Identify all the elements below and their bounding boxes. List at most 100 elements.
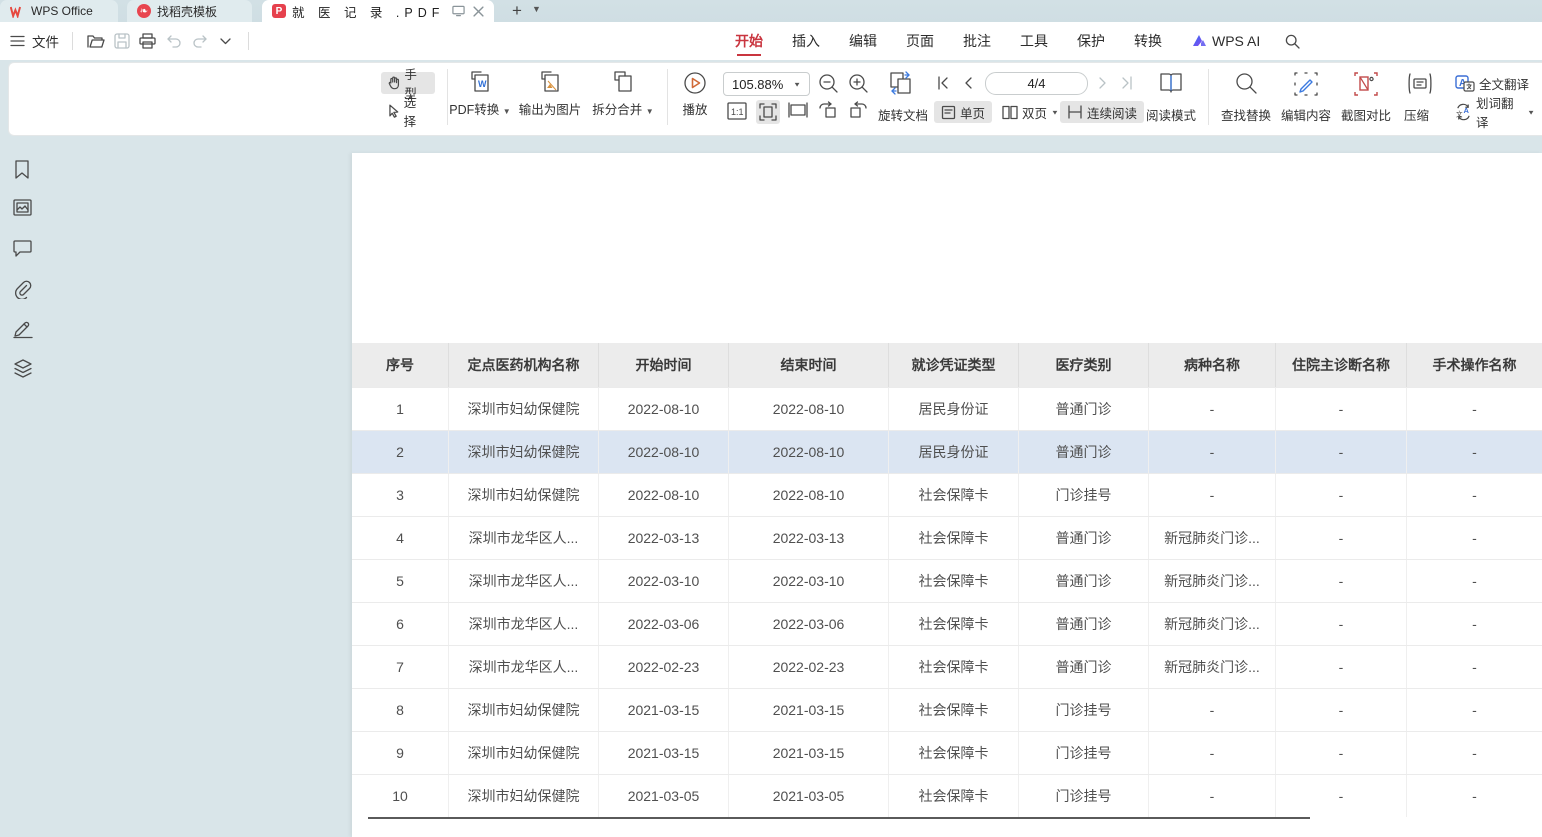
close-tab-icon[interactable] [473,6,484,17]
page-indicator-input[interactable]: 4/4 [985,72,1088,95]
table-cell: 深圳市妇幼保健院 [449,388,599,430]
table-cell: - [1407,388,1542,430]
signature-pen-icon[interactable] [13,319,33,339]
tab-wps-office[interactable]: WPS Office [0,0,118,22]
compress-icon[interactable] [1407,72,1433,95]
redo-icon[interactable] [190,32,209,51]
save-icon[interactable] [112,32,131,51]
table-cell: 深圳市妇幼保健院 [449,732,599,774]
split-merge-icon [610,70,636,96]
table-cell: - [1276,517,1407,559]
table-cell: 新冠肺炎门诊... [1149,517,1276,559]
print-icon[interactable] [138,32,157,51]
monitor-icon[interactable] [452,5,465,17]
swap-pages-icon[interactable] [888,70,915,96]
table-cell: - [1407,560,1542,602]
table-cell: 2022-02-23 [599,646,729,688]
export-image-button[interactable]: 输出为图片 [513,70,587,118]
table-cell: 普通门诊 [1019,560,1149,602]
tab-tools[interactable]: 工具 [1020,22,1048,60]
zoom-level-select[interactable]: 105.88%▼ [723,72,810,96]
split-merge-button[interactable]: 拆分合并 ▼ [588,70,658,118]
hand-tool-button[interactable]: 手型 [381,72,435,94]
rotate-doc-label[interactable]: 旋转文档 [878,105,928,124]
select-tool-button[interactable]: 选择 [381,100,435,122]
edit-content-label[interactable]: 编辑内容 [1281,105,1331,124]
table-cell: - [1407,775,1542,817]
first-page-icon[interactable] [936,76,950,90]
rotate-right-icon[interactable] [848,101,868,119]
tab-document[interactable]: P 就 医 记 录 .PDF [262,0,494,22]
table-cell: 社会保障卡 [889,517,1019,559]
tab-docer-templates[interactable]: ❧ 找稻壳模板 [127,0,252,22]
screenshot-compare-label[interactable]: 截图对比 [1341,105,1391,124]
fit-width-icon[interactable] [788,102,808,118]
find-replace-icon[interactable] [1235,72,1258,95]
single-page-button[interactable]: 单页 [934,101,992,123]
tab-annotate[interactable]: 批注 [963,22,991,60]
table-cell: - [1276,775,1407,817]
table-cell: 社会保障卡 [889,775,1019,817]
table-cell: 2022-08-10 [599,388,729,430]
table-cell: 2021-03-05 [729,775,889,817]
table-row: 3深圳市妇幼保健院2022-08-102022-08-10社会保障卡门诊挂号--… [352,473,1542,516]
read-mode-icon[interactable] [1158,71,1184,95]
zoom-out-icon[interactable] [818,73,839,94]
table-cell: - [1276,474,1407,516]
zoom-in-icon[interactable] [848,73,869,94]
tab-home-ribbon[interactable]: 开始 [735,22,763,60]
hamburger-menu-icon[interactable] [10,35,25,47]
table-row: 8深圳市妇幼保健院2021-03-152021-03-15社会保障卡门诊挂号--… [352,688,1542,731]
tab-label: 找稻壳模板 [157,3,217,20]
table-cell: 2022-03-10 [599,560,729,602]
quickbar-chevron-icon[interactable] [216,32,235,51]
tab-edit[interactable]: 编辑 [849,22,877,60]
document-title: 就 医 记 录 .PDF [292,2,444,21]
bookmark-icon[interactable] [13,160,33,180]
word-translate-button[interactable]: A 文 划词翻译 ▼ [1448,101,1542,123]
rotate-left-icon[interactable] [818,101,838,119]
ribbon-search-icon[interactable] [1285,34,1300,49]
thumbnail-icon[interactable] [13,199,33,219]
actual-size-icon[interactable]: 1:1 [727,102,747,120]
edit-content-icon[interactable] [1294,72,1318,96]
table-cell: 门诊挂号 [1019,775,1149,817]
double-page-button[interactable]: 双页 ▼ [995,101,1066,123]
tab-list-chevron-icon[interactable]: ▼ [532,4,541,14]
fit-page-icon[interactable] [756,100,780,124]
pdf-convert-button[interactable]: W PDF转换 ▼ [448,70,512,118]
table-cell: 社会保障卡 [889,474,1019,516]
open-file-icon[interactable] [86,32,105,51]
comment-icon[interactable] [13,240,33,260]
find-replace-label[interactable]: 查找替换 [1221,105,1271,124]
compress-label[interactable]: 压缩 [1404,105,1429,124]
next-page-icon[interactable] [1098,76,1108,90]
tab-protect[interactable]: 保护 [1077,22,1105,60]
play-icon [682,70,708,96]
tab-convert[interactable]: 转换 [1134,22,1162,60]
table-cell: 普通门诊 [1019,603,1149,645]
table-cell: 居民身份证 [889,431,1019,473]
read-mode-label[interactable]: 阅读模式 [1146,105,1196,124]
wps-ai-button[interactable]: WPS AI [1191,33,1260,49]
new-tab-button[interactable]: + [506,1,528,21]
table-header-cell: 医疗类别 [1019,343,1149,387]
tab-insert[interactable]: 插入 [792,22,820,60]
prev-page-icon[interactable] [963,76,973,90]
full-translate-button[interactable]: A 全文翻译 [1448,72,1536,94]
table-cell: - [1149,775,1276,817]
layers-icon[interactable] [13,359,33,379]
table-row: 10深圳市妇幼保健院2021-03-052021-03-05社会保障卡门诊挂号-… [352,774,1542,817]
screenshot-compare-icon[interactable] [1354,72,1378,96]
table-cell: 深圳市龙华区人... [449,646,599,688]
table-cell: 2022-03-10 [729,560,889,602]
pdf-page[interactable]: 序号定点医药机构名称开始时间结束时间就诊凭证类型医疗类别病种名称住院主诊断名称手… [352,153,1542,837]
undo-icon[interactable] [164,32,183,51]
attachment-icon[interactable] [13,280,33,300]
table-cell: 2021-03-15 [599,732,729,774]
tab-page[interactable]: 页面 [906,22,934,60]
play-button[interactable]: 播放 [676,70,714,118]
file-menu-button[interactable]: 文件 [32,31,59,51]
continuous-read-button[interactable]: 连续阅读 [1060,101,1144,123]
last-page-icon[interactable] [1120,76,1134,90]
